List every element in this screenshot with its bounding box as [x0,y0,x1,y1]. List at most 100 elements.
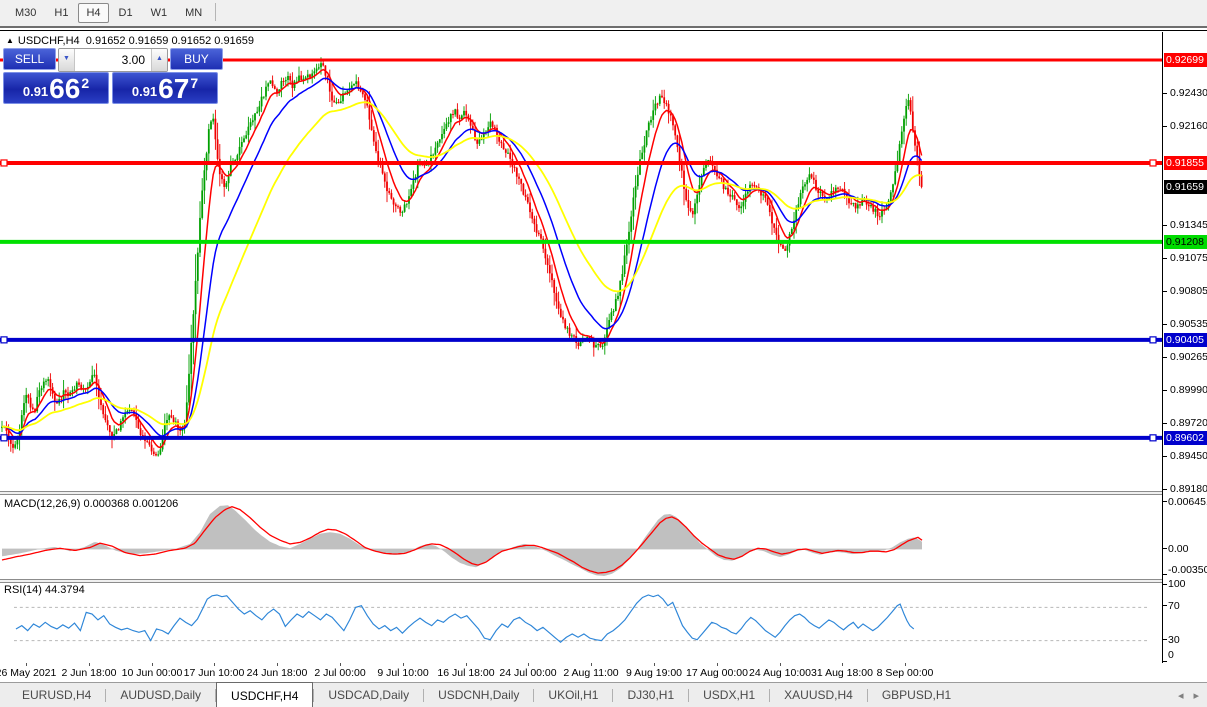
price-tick-label: 0.90805 [1170,285,1207,297]
one-click-panel-arrow-icon[interactable]: ▲ [6,36,14,45]
time-tick-mark [277,663,278,666]
line-handle[interactable] [1150,435,1156,441]
rsi-tick-label: 0 [1168,649,1174,661]
time-tick-mark [152,663,153,666]
line-handle[interactable] [1,160,7,166]
line-handle[interactable] [1,435,7,441]
line-handle[interactable] [1150,337,1156,343]
time-tick-mark [528,663,529,666]
mt4-window: M30H1H4D1W1MN ▲ USDCHF,H4 0.91652 0.91659… [0,0,1207,707]
chart-tab-dj30[interactable]: DJ30,H1 [613,683,688,707]
price-tick-label: 0.90535 [1170,318,1207,330]
timeframe-button-group: M30H1H4D1W1MN [6,0,211,23]
chart-tab-usdx[interactable]: USDX,H1 [689,683,769,707]
chart-tab-audusd[interactable]: AUDUSD,Daily [106,683,215,707]
buy-button[interactable]: BUY [170,48,223,70]
time-tick-label: 24 Aug 10:00 [749,667,811,679]
time-tick-mark [591,663,592,666]
buy-price-pips: 67 [158,76,189,102]
macd-label: MACD(12,26,9) 0.000368 0.001206 [4,498,178,510]
timeframe-button-h4[interactable]: H4 [78,3,108,23]
chart-tab-eurusd[interactable]: EURUSD,H4 [8,683,105,707]
time-tick-mark [340,663,341,666]
price-badge-0.91855: 0.91855 [1164,156,1207,170]
chart-tab-usdcad[interactable]: USDCAD,Daily [314,683,423,707]
time-tick-label: 2 Jul 00:00 [314,667,365,679]
rsi-tick-mark [1163,661,1167,662]
price-tick-mark [1163,258,1167,259]
time-tick-label: 16 Jul 18:00 [437,667,494,679]
rsi-tick-label: 70 [1168,600,1180,612]
chart-tab-gbpusd[interactable]: GBPUSD,H1 [868,683,965,707]
chart-tab-usdchf[interactable]: USDCHF,H4 [216,682,313,707]
timeframe-toolbar: M30H1H4D1W1MN [0,0,1207,28]
volume-spinner: ▼ ▲ [58,48,168,72]
chart-window: ▲ USDCHF,H4 0.91652 0.91659 0.91652 0.916… [0,30,1207,663]
price-tick-mark [1163,390,1167,391]
volume-increase-button[interactable]: ▲ [151,49,167,71]
volume-decrease-button[interactable]: ▼ [59,49,75,71]
rsi-panel-canvas[interactable] [0,583,1162,664]
rsi-tick-mark [1163,584,1167,585]
one-click-trading-panel: SELL ▼ ▲ BUY 0.91 66 2 0.91 67 7 [3,48,223,104]
price-tick-label: 0.89450 [1170,450,1207,462]
macd-tick-label: 0.00 [1168,543,1188,555]
timeframe-button-m30[interactable]: M30 [7,3,44,23]
rsi-tick-label: 100 [1168,578,1186,590]
time-tick-label: 26 May 2021 [0,667,56,679]
timeframe-button-w1[interactable]: W1 [143,3,176,23]
time-tick-mark [717,663,718,666]
rsi-tick-label: 30 [1168,634,1180,646]
time-tick-label: 9 Aug 19:00 [626,667,682,679]
time-tick-label: 10 Jun 00:00 [122,667,183,679]
chart-tab-ukoil[interactable]: UKOil,H1 [534,683,612,707]
price-badge-0.91208: 0.91208 [1164,235,1207,249]
price-tick-mark [1163,324,1167,325]
bar-open-value: 0.91652 [86,35,126,47]
price-axis[interactable]: 0.924300.921600.913450.910750.908050.905… [1162,32,1207,664]
time-axis[interactable]: 26 May 20212 Jun 18:0010 Jun 00:0017 Jun… [0,663,1207,682]
time-tick-label: 17 Jun 10:00 [184,667,245,679]
price-tick-mark [1163,489,1167,490]
line-handle[interactable] [1150,160,1156,166]
sell-button[interactable]: SELL [3,48,56,70]
chart-symbol-label: USDCHF,H4 [18,35,80,47]
ma-slow-line [2,102,922,430]
time-tick-label: 9 Jul 10:00 [377,667,428,679]
timeframe-button-h1[interactable]: H1 [46,3,76,23]
macd-histogram [2,505,922,576]
volume-input[interactable] [75,49,151,71]
time-tick-label: 31 Aug 18:00 [811,667,873,679]
price-tick-label: 0.92430 [1170,87,1207,99]
price-tick-mark [1163,423,1167,424]
price-tick-mark [1163,456,1167,457]
price-badge-0.91659: 0.91659 [1164,180,1207,194]
timeframe-button-d1[interactable]: D1 [111,3,141,23]
toolbar-separator [215,3,216,21]
tab-scroll-left-icon[interactable]: ◂ [1178,689,1184,702]
line-handle[interactable] [1,337,7,343]
tab-scroll-right-icon[interactable]: ▸ [1193,689,1199,702]
price-tick-label: 0.89720 [1170,417,1207,429]
rsi-tick-mark [1163,605,1167,606]
rsi-line [16,595,914,642]
time-tick-label: 2 Aug 11:00 [563,667,618,679]
time-tick-mark [89,663,90,666]
sell-price-point: 2 [81,75,89,91]
chart-tab-usdcnh[interactable]: USDCNH,Daily [424,683,533,707]
time-tick-mark [214,663,215,666]
bar-close-value: 0.91659 [214,35,254,47]
chart-tab-xauusd[interactable]: XAUUSD,H4 [770,683,867,707]
buy-price-base: 0.91 [132,84,157,99]
bar-low-value: 0.91652 [171,35,211,47]
buy-price-display[interactable]: 0.91 67 7 [112,72,218,104]
chart-header: ▲USDCHF,H4 0.91652 0.91659 0.91652 0.916… [6,35,254,47]
time-tick-mark [905,663,906,666]
timeframe-button-mn[interactable]: MN [177,3,210,23]
sell-price-display[interactable]: 0.91 66 2 [3,72,109,104]
price-tick-mark [1163,93,1167,94]
macd-tick-label: -0.003507 [1168,564,1207,576]
price-badge-0.92699: 0.92699 [1164,53,1207,67]
price-tick-label: 0.91345 [1170,219,1207,231]
price-tick-mark [1163,126,1167,127]
